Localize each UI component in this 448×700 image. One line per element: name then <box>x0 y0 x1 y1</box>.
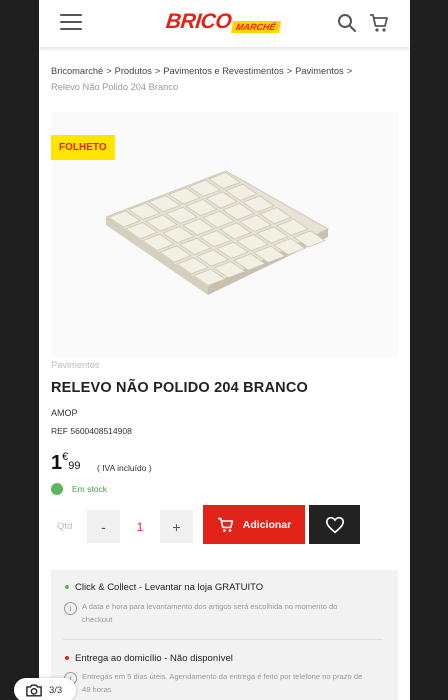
breadcrumb-separator: > <box>286 66 293 76</box>
click-collect-description: A data e hora para levantamento dos arti… <box>82 602 338 624</box>
heart-icon <box>325 516 344 533</box>
product-category[interactable]: Pavimentos <box>51 360 100 370</box>
breadcrumb-item-flooring-coverings[interactable]: Pavimentos e Revestimentos <box>163 66 283 76</box>
price-integer: 1 <box>51 452 63 474</box>
cart-icon[interactable] <box>368 12 390 34</box>
gallery-counter-text: 3/3 <box>49 684 63 696</box>
tile-image <box>106 170 330 295</box>
delivery-divider <box>63 639 383 640</box>
search-icon[interactable] <box>337 13 357 33</box>
click-collect-status-icon <box>65 585 69 589</box>
product-title: RELEVO NÃO POLIDO 204 BRANCO <box>51 380 308 396</box>
click-collect-title: Click & Collect - Levantar na loja GRATU… <box>75 582 264 593</box>
home-delivery-description: Entregas em 5 dias úteis. Agendamento da… <box>82 672 363 694</box>
breadcrumb: Bricomarché > Produtos > Pavimentos e Revest… <box>51 63 386 95</box>
add-to-cart-label: Adicionar <box>242 518 292 531</box>
home-delivery-status-icon <box>65 656 69 660</box>
price-currency: € <box>62 451 69 463</box>
iva-note: ( IVA incluído ) <box>97 463 152 473</box>
breadcrumb-separator: > <box>106 66 112 76</box>
breadcrumb-item-home[interactable]: Bricomarché <box>51 66 103 76</box>
add-to-cart-button[interactable]: Adicionar <box>203 505 305 544</box>
breadcrumb-current: Relevo Não Polido 204 Branco <box>51 82 179 92</box>
logo-subtext: MARCHÉ <box>230 21 281 33</box>
price-cents: 99 <box>68 460 81 472</box>
camera-icon <box>26 683 42 697</box>
product-ref: REF 5600408514908 <box>51 426 132 436</box>
breadcrumb-item-products[interactable]: Produtos <box>115 66 152 76</box>
logo-text: BRICO <box>164 10 233 33</box>
quantity-increase-button[interactable]: + <box>160 510 193 543</box>
breadcrumb-separator: > <box>346 66 353 76</box>
home-delivery-title: Entrega ao domicílio - Não disponível <box>75 653 233 664</box>
brand-logo[interactable]: BRICO MARCHÉ <box>164 10 284 36</box>
info-icon[interactable]: i <box>64 602 77 615</box>
stock-status-icon <box>51 483 63 495</box>
quantity-input[interactable]: 1 <box>121 510 159 543</box>
gallery-counter[interactable]: 3/3 <box>14 678 76 700</box>
breadcrumb-item-flooring[interactable]: Pavimentos <box>295 66 344 76</box>
product-page: BRICO MARCHÉ Bricomarché > Produtos > Pavime… <box>39 0 410 700</box>
product-image[interactable]: FOLHETO <box>51 112 398 357</box>
product-brand: AMOP <box>51 408 78 418</box>
menu-icon[interactable] <box>60 14 82 32</box>
product-price: 1€99 <box>51 451 81 475</box>
site-header: BRICO MARCHÉ <box>39 0 410 47</box>
folheto-badge: FOLHETO <box>51 135 115 160</box>
breadcrumb-separator: > <box>154 66 161 76</box>
favorite-button[interactable] <box>309 505 360 544</box>
stock-status: Em stock <box>72 484 107 494</box>
quantity-decrease-button[interactable]: - <box>87 510 120 543</box>
cart-add-icon <box>217 517 233 532</box>
quantity-label: Qtd <box>57 521 73 532</box>
delivery-options: Click & Collect - Levantar na loja GRATU… <box>51 570 398 700</box>
